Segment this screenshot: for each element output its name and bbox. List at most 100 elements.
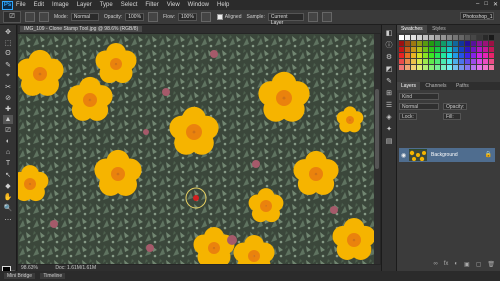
swatch-cell[interactable] [489, 59, 494, 64]
swatch-cell[interactable] [465, 41, 470, 46]
swatch-cell[interactable] [423, 41, 428, 46]
swatch-cell[interactable] [465, 65, 470, 70]
layer-mask-icon[interactable]: ▣ [464, 261, 470, 269]
swatch-cell[interactable] [441, 65, 446, 70]
swatch-cell[interactable] [477, 47, 482, 52]
swatch-cell[interactable] [483, 59, 488, 64]
swatch-cell[interactable] [477, 59, 482, 64]
swatch-cell[interactable] [423, 53, 428, 58]
clone-source-panel-icon[interactable] [39, 12, 49, 22]
minimize-button[interactable]: – [476, 1, 479, 8]
swatch-cell[interactable] [399, 59, 404, 64]
swatch-cell[interactable] [459, 59, 464, 64]
menu-image[interactable]: Image [52, 2, 69, 8]
swatch-cell[interactable] [477, 53, 482, 58]
swatch-cell[interactable] [417, 41, 422, 46]
swatch-cell[interactable] [447, 59, 452, 64]
aligned-checkbox[interactable]: Aligned [216, 14, 241, 20]
swatch-cell[interactable] [465, 47, 470, 52]
pressure-opacity-icon[interactable] [148, 12, 159, 22]
menu-window[interactable]: Window [188, 2, 209, 8]
swatch-cell[interactable] [447, 53, 452, 58]
swatch-cell[interactable] [429, 47, 434, 52]
swatch-cell[interactable] [417, 65, 422, 70]
swatch-cell[interactable] [489, 35, 494, 40]
adjustment-layer-icon[interactable]: ◐ [454, 261, 458, 269]
swatch-cell[interactable] [459, 53, 464, 58]
swatch-cell[interactable] [459, 41, 464, 46]
eyedropper-tool-icon[interactable]: ✂ [3, 82, 13, 91]
swatch-cell[interactable] [477, 41, 482, 46]
swatch-cell[interactable] [417, 35, 422, 40]
swatch-cell[interactable] [453, 59, 458, 64]
crop-tool-icon[interactable]: ⌖ [3, 71, 13, 80]
history-panel-icon[interactable]: ◧ [385, 29, 393, 37]
swatch-cell[interactable] [471, 47, 476, 52]
swatch-cell[interactable] [489, 41, 494, 46]
workspace-switcher[interactable]: Photoshop_1 [460, 12, 494, 20]
lasso-tool-icon[interactable]: ʘ [3, 49, 13, 58]
type-tool-icon[interactable]: T [3, 159, 13, 168]
swatch-cell[interactable] [483, 53, 488, 58]
sample-select[interactable]: Current Layer [267, 13, 304, 26]
swatch-cell[interactable] [405, 41, 410, 46]
swatch-cell[interactable] [477, 35, 482, 40]
swatch-cell[interactable] [435, 35, 440, 40]
swatch-cell[interactable] [399, 41, 404, 46]
swatch-cell[interactable] [417, 47, 422, 52]
menu-type[interactable]: Type [100, 2, 113, 8]
swatch-cell[interactable] [423, 47, 428, 52]
hand-tool-icon[interactable]: ✋ [3, 192, 13, 201]
swatch-cell[interactable] [411, 47, 416, 52]
swatch-cell[interactable] [459, 35, 464, 40]
zoom-tool-icon[interactable]: 🔍 [3, 203, 13, 212]
new-layer-icon[interactable]: ▢ [476, 261, 482, 269]
clone-stamp-tool-icon[interactable]: ▲ [3, 115, 13, 124]
swatch-cell[interactable] [423, 35, 428, 40]
swatch-cell[interactable] [465, 59, 470, 64]
ignore-adjustment-icon[interactable] [307, 12, 318, 22]
swatch-cell[interactable] [405, 35, 410, 40]
swatch-cell[interactable] [411, 41, 416, 46]
tab-timeline[interactable]: Timeline [40, 273, 66, 279]
healing-brush-tool-icon[interactable]: ⊘ [3, 93, 13, 102]
swatch-cell[interactable] [405, 65, 410, 70]
brush-panel-icon[interactable]: ✎ [385, 77, 393, 85]
actions-panel-icon[interactable]: ✦ [385, 125, 393, 133]
menu-edit[interactable]: Edit [34, 2, 44, 8]
swatch-cell[interactable] [483, 65, 488, 70]
paragraph-panel-icon[interactable]: ☰ [385, 101, 393, 109]
swatch-cell[interactable] [453, 35, 458, 40]
swatch-cell[interactable] [453, 65, 458, 70]
swatch-cell[interactable] [435, 41, 440, 46]
menu-select[interactable]: Select [121, 2, 138, 8]
swatch-cell[interactable] [447, 47, 452, 52]
quick-select-tool-icon[interactable]: ✎ [3, 60, 13, 69]
opacity-field[interactable]: 100% [125, 13, 145, 21]
tab-layers[interactable]: Layers [397, 82, 421, 90]
swatch-cell[interactable] [429, 59, 434, 64]
menu-filter[interactable]: Filter [145, 2, 158, 8]
clone-source-panel-button-icon[interactable]: ⊞ [385, 89, 393, 97]
close-button[interactable]: ✕ [493, 1, 498, 8]
swatch-cell[interactable] [441, 35, 446, 40]
swatch-cell[interactable] [483, 35, 488, 40]
menu-help[interactable]: Help [217, 2, 229, 8]
link-layers-icon[interactable]: ∞ [433, 261, 437, 269]
tab-mini-bridge[interactable]: Mini Bridge [4, 273, 36, 279]
maximize-button[interactable]: □ [484, 1, 488, 8]
path-select-tool-icon[interactable]: ↖ [3, 170, 13, 179]
more-tools-icon[interactable]: ⋯ [3, 215, 13, 224]
image-canvas[interactable] [18, 34, 374, 264]
scrollbar-thumb[interactable] [375, 89, 379, 169]
layer-row-background[interactable]: ◉ Background 🔒 [399, 148, 495, 162]
airbrush-icon[interactable] [200, 12, 211, 22]
swatch-grid[interactable] [399, 35, 499, 75]
tab-paths[interactable]: Paths [452, 82, 473, 90]
swatch-cell[interactable] [465, 53, 470, 58]
swatch-cell[interactable] [489, 65, 494, 70]
swatch-cell[interactable] [411, 35, 416, 40]
pressure-size-icon[interactable] [321, 12, 332, 22]
navigator-panel-icon[interactable]: ◈ [385, 113, 393, 121]
vertical-scrollbar[interactable] [374, 34, 380, 264]
